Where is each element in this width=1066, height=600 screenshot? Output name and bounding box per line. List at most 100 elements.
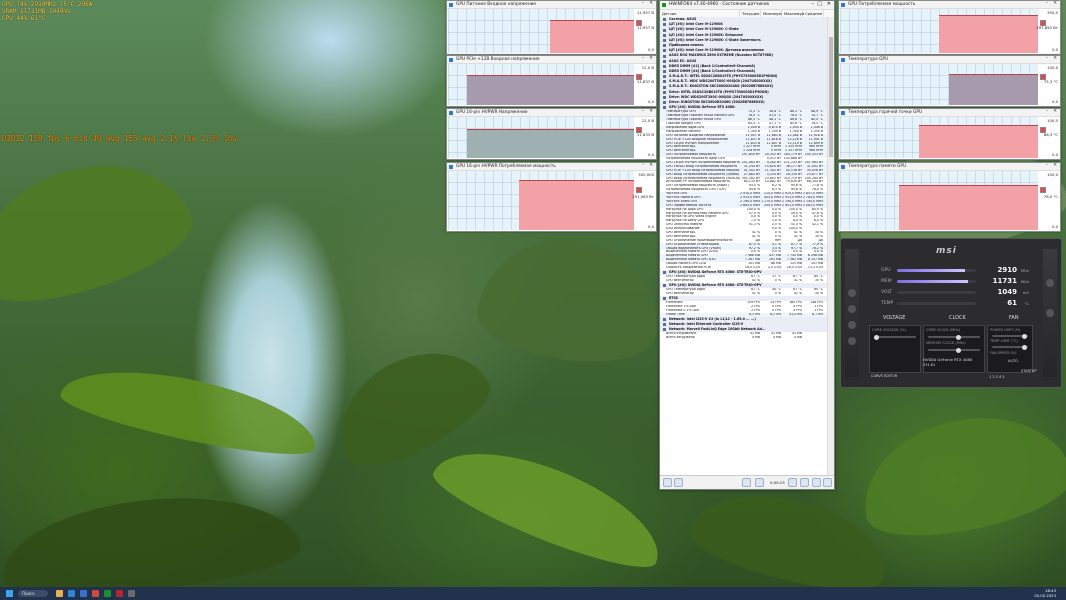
graph-window[interactable]: GPU PCIe +12B Входное напряжение – ✕ 12,… [446, 55, 657, 107]
sensor-group-header[interactable]: GPU [#0]: NVIDIA GeForce RTX 4080: STE-T… [660, 269, 828, 276]
reset-icon[interactable] [812, 478, 821, 487]
graph-window[interactable]: GPU 16-pin HVPWR Напряжение – ✕ 12,0 В 1… [446, 108, 657, 160]
color-swatch[interactable] [1040, 74, 1046, 80]
graph-max: 100,0 [1047, 172, 1058, 177]
graph-min: 0,0 [647, 224, 654, 229]
graph-plot [448, 64, 634, 105]
minimize-icon[interactable]: – [642, 56, 644, 61]
elapsed-time: 0:00:23 [770, 480, 785, 485]
lock-icon[interactable] [1046, 279, 1054, 287]
minimize-icon[interactable]: – [1046, 56, 1048, 61]
minimize-icon[interactable]: – [642, 109, 644, 114]
column-min[interactable]: Минимум [761, 10, 782, 17]
scrollbar[interactable] [827, 17, 834, 475]
sensor-group-name: GPU [#0]: NVIDIA GeForce RTX 4080: STE-T… [660, 270, 828, 275]
wallpaper-foliage [0, 484, 304, 587]
temp-limit-slider[interactable] [992, 344, 1028, 350]
core-clock-slider[interactable] [928, 334, 980, 340]
monitor-value: 61 [1007, 299, 1017, 307]
sensor-row[interactable]: Всего загружено 4 MB 4 MB 4 MB [660, 336, 828, 340]
startup-toggle[interactable]: STARTUP [1021, 369, 1036, 373]
graph-window[interactable]: Температура горячей точки GPU – ✕ 100,0 … [838, 108, 1061, 160]
oc-scanner-icon[interactable] [848, 305, 856, 313]
fan-speed-value: AUTO [1008, 359, 1018, 363]
network-icon[interactable] [742, 478, 751, 487]
memory-clock-slider[interactable] [928, 347, 980, 353]
minimize-icon[interactable]: – [642, 163, 644, 168]
color-swatch[interactable] [636, 74, 642, 80]
file-explorer-icon[interactable] [56, 590, 63, 597]
close-icon[interactable]: ✕ [1053, 109, 1057, 114]
close-icon[interactable]: ✕ [649, 109, 653, 114]
power-limit-slider[interactable] [992, 333, 1028, 339]
graph-window[interactable]: GPU 16-pin HVPWR Потребляемая мощность –… [446, 162, 657, 232]
settings-icon[interactable] [755, 478, 764, 487]
afterburner-icon[interactable] [116, 590, 123, 597]
close-icon[interactable]: ✕ [649, 1, 653, 6]
wallpaper-foliage [472, 228, 668, 372]
close-icon[interactable]: ✕ [1053, 163, 1057, 168]
k-boost-icon[interactable] [848, 289, 856, 297]
tab-voltage[interactable]: VOLTAGE [883, 315, 905, 321]
sensor-group-header[interactable]: Network: Marvell FastLinQ Edge 10Gbit Ne… [660, 326, 828, 333]
sensor-list[interactable]: Система: ASUS ЦП [#0]: Intel Core i9-1290… [660, 17, 828, 475]
monitor-unit: MHz [1020, 268, 1029, 273]
app-icon[interactable] [92, 590, 99, 597]
close-icon[interactable]: ✕ [649, 163, 653, 168]
sensor-group-header[interactable]: RTSS [660, 295, 828, 302]
graph-window[interactable]: Температура GPU – ✕ 100,0 75,3 °C 0,0 [838, 55, 1061, 107]
monitor-icon[interactable] [848, 337, 856, 345]
monitor-unit: °C [1024, 301, 1029, 306]
sensor-name: Всего загружено [666, 336, 695, 340]
nav-right-icon[interactable] [674, 478, 683, 487]
nav-left-icon[interactable] [663, 478, 672, 487]
app-icon[interactable] [128, 590, 135, 597]
maximize-icon[interactable]: □ [817, 1, 822, 7]
profile-slots[interactable]: 1 2 3 4 5 [989, 375, 1005, 379]
graph-window[interactable]: Температура памяти GPU – ✕ 100,0 78,0 °C… [838, 162, 1061, 232]
close-sensors-icon[interactable] [823, 478, 832, 487]
start-icon[interactable] [6, 590, 13, 597]
curve-editor-button[interactable]: CURVE EDITOR [871, 374, 897, 378]
graph-window[interactable]: GPU Питание Входное напряжение – ✕ 11,95… [446, 0, 657, 55]
sensor-group-header[interactable]: GPU [#0]: NVIDIA GeForce RTX 4080: [660, 105, 828, 111]
column-sensor[interactable]: Датчик [660, 10, 740, 17]
hwinfo-icon[interactable] [104, 590, 111, 597]
column-avg[interactable]: Среднее [803, 10, 824, 17]
sensor-group-header[interactable]: GPU [#0]: NVIDIA GeForce RTX 4080: STE-T… [660, 282, 828, 289]
close-icon[interactable]: ✕ [827, 1, 831, 7]
graph-plot [448, 9, 634, 53]
info-icon[interactable] [848, 321, 856, 329]
tab-fan[interactable]: FAN [1009, 315, 1019, 321]
edge-icon[interactable] [68, 590, 75, 597]
color-swatch[interactable] [636, 187, 642, 193]
color-swatch[interactable] [1040, 187, 1046, 193]
store-icon[interactable] [80, 590, 87, 597]
column-current[interactable]: Текущее [740, 10, 761, 17]
color-swatch[interactable] [636, 127, 642, 133]
minimize-icon[interactable]: – [1046, 1, 1048, 6]
column-max[interactable]: Максимум [782, 10, 804, 17]
hwinfo-sensor-window[interactable]: HWiNFO64 v7.40-4960 - Состояние датчиков… [659, 0, 835, 490]
sensor-group-name: Network: Marvell FastLinQ Edge 10Gbit Ne… [660, 327, 828, 332]
left-sidebar [845, 249, 859, 377]
color-swatch[interactable] [1040, 127, 1046, 133]
clock-icon[interactable] [788, 478, 797, 487]
clock[interactable]: 18:43 05.05.2023 [1034, 588, 1056, 598]
minimize-icon[interactable]: – [1046, 163, 1048, 168]
close-icon[interactable]: ✕ [1053, 1, 1057, 6]
search-box[interactable]: Поиск [18, 590, 48, 597]
msi-afterburner-window[interactable]: msi GPU 2910 MHz MEM 11731 MHz VOLT 1049… [840, 238, 1062, 388]
core-voltage-slider[interactable] [874, 334, 916, 340]
minimize-icon[interactable]: – [1046, 109, 1048, 114]
user-define-icon[interactable] [1046, 309, 1054, 317]
tab-clock[interactable]: CLOCK [949, 315, 966, 321]
close-icon[interactable]: ✕ [649, 56, 653, 61]
close-icon[interactable]: ✕ [1053, 56, 1057, 61]
log-icon[interactable] [800, 478, 809, 487]
minimize-icon[interactable]: – [812, 1, 815, 7]
color-swatch[interactable] [636, 20, 642, 26]
minimize-icon[interactable]: – [642, 1, 644, 6]
graph-window[interactable]: GPU Потребляемая мощность – ✕ 350,0 297,… [838, 0, 1061, 55]
color-swatch[interactable] [1040, 20, 1046, 26]
